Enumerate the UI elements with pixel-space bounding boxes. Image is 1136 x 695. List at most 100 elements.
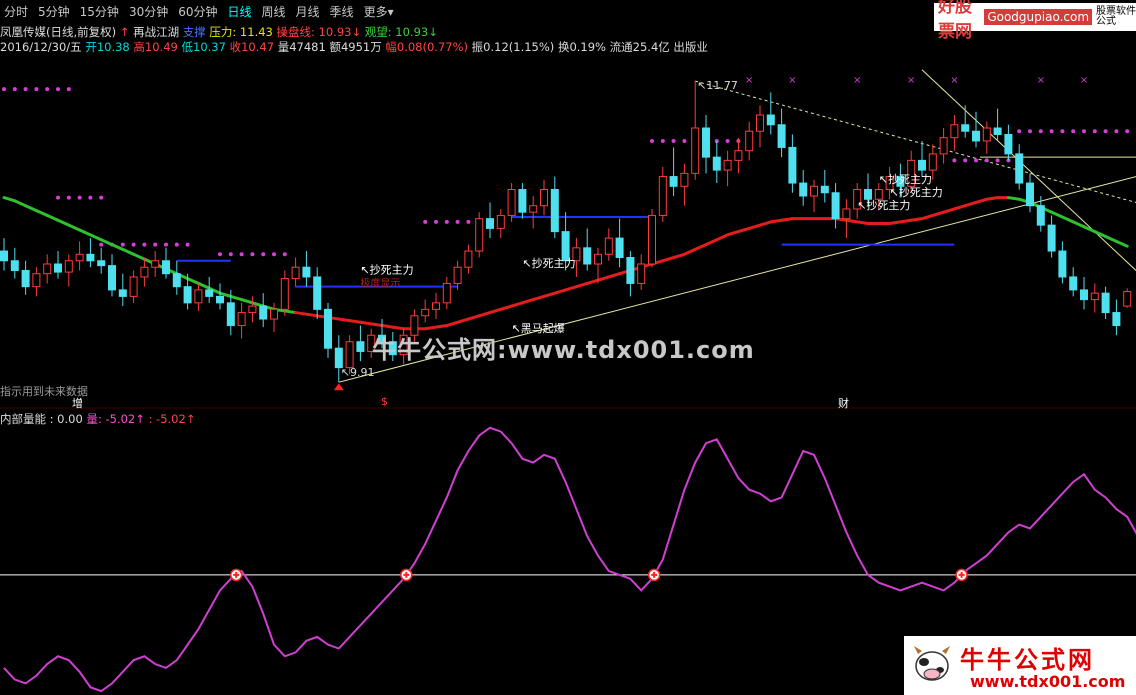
ma-segment xyxy=(564,285,578,292)
tab-period-8[interactable]: 季线 xyxy=(326,3,358,20)
event-zeng[interactable]: 增 xyxy=(72,395,83,411)
marker-buy-2: ↖抄死主力 xyxy=(522,256,575,270)
pressure-dot xyxy=(434,219,438,224)
ma-segment xyxy=(67,223,82,232)
marker-buy-5: ↖抄死主力 xyxy=(857,198,910,212)
candle-down xyxy=(54,263,62,273)
formula-arrow-icon: ↑ xyxy=(119,25,130,39)
ma-segment xyxy=(34,209,49,217)
ma-segment xyxy=(898,218,913,224)
ma-segment xyxy=(56,218,71,227)
candle-up xyxy=(842,208,851,220)
candle-down xyxy=(583,247,592,265)
corner-watermark-title: 牛牛公式网 xyxy=(960,646,1095,674)
candle-down xyxy=(777,124,786,148)
candle-down xyxy=(788,146,797,184)
ma-segment xyxy=(1093,230,1108,238)
quote-open: 开10.38 xyxy=(85,40,130,54)
pressure-dot xyxy=(99,195,104,200)
ma-segment xyxy=(672,252,686,260)
candle-down xyxy=(172,273,181,288)
ma-segment xyxy=(553,288,568,295)
candle-down xyxy=(820,185,829,194)
tab-period-5[interactable]: 日线 xyxy=(224,3,256,20)
candle-down xyxy=(313,276,322,310)
pressure-dot xyxy=(995,158,1000,163)
tab-period-6[interactable]: 周线 xyxy=(258,3,290,20)
ma-segment xyxy=(682,247,697,256)
ma-segment xyxy=(1104,234,1118,243)
candle-up xyxy=(745,130,754,152)
ma-segment xyxy=(2,196,17,203)
ma-segment xyxy=(974,197,989,204)
candle-up xyxy=(734,150,743,161)
ma-segment xyxy=(758,220,773,227)
ma-segment xyxy=(1082,225,1097,234)
ma-segment xyxy=(499,304,514,311)
candle-up xyxy=(540,189,548,207)
candle-up xyxy=(691,127,700,174)
cow-logo-icon xyxy=(914,646,950,681)
candle-down xyxy=(86,253,95,262)
candle-down xyxy=(993,127,1002,135)
candle-down xyxy=(226,302,235,327)
candle-up xyxy=(680,172,689,187)
pressure-dot xyxy=(455,219,460,224)
cross-mark: × xyxy=(745,75,753,86)
candle-up xyxy=(637,263,646,284)
tab-period-4[interactable]: 60分钟 xyxy=(174,3,221,20)
ma-segment xyxy=(661,256,676,263)
pressure-dot xyxy=(1114,129,1119,134)
pressure-dot xyxy=(66,87,71,92)
event-dollar[interactable]: $ xyxy=(381,395,388,408)
pressure-dot xyxy=(34,87,39,92)
ma-segment xyxy=(196,281,211,290)
pressure-dot xyxy=(261,252,266,257)
candle-up xyxy=(810,185,818,197)
ma-segment xyxy=(434,324,449,329)
candle-down xyxy=(1069,276,1078,291)
brand-url: Goodgupiao.com xyxy=(984,9,1093,25)
tab-period-3[interactable]: 30分钟 xyxy=(125,3,172,20)
tab-period-7[interactable]: 月线 xyxy=(292,3,324,20)
pressure-dot xyxy=(1028,129,1032,134)
ma-segment xyxy=(542,291,557,298)
pan-label: 操盘线: 10.93↓ xyxy=(276,25,362,39)
candle-up xyxy=(658,176,667,216)
ma-segment xyxy=(985,196,1000,201)
pressure-label: 压力: 11.43 xyxy=(209,25,273,39)
tab-period-2[interactable]: 15分钟 xyxy=(76,3,123,20)
candle-down xyxy=(961,124,970,132)
quote-line: 2016/12/30/五 开10.38 高10.49 低10.37 收10.47… xyxy=(0,39,708,55)
candle-down xyxy=(259,305,268,320)
pressure-dot xyxy=(239,252,244,257)
candle-up xyxy=(248,305,257,314)
ma-segment xyxy=(391,325,406,331)
candle-up xyxy=(874,189,883,200)
high-price-label: ↖11.77 xyxy=(697,79,738,92)
candle-down xyxy=(799,182,808,197)
ma-segment xyxy=(726,230,740,237)
corner-watermark-url: www.tdx001.com xyxy=(970,672,1126,691)
tab-period-0[interactable]: 分时 xyxy=(0,3,32,20)
center-watermark: 牛牛公式网:www.tdx001.com xyxy=(372,336,755,364)
candle-up xyxy=(237,312,246,327)
candle-down xyxy=(162,260,170,275)
candle-down xyxy=(669,176,678,187)
tab-period-1[interactable]: 5分钟 xyxy=(34,3,74,20)
tab-period-9[interactable]: 更多▾ xyxy=(360,3,398,20)
pressure-dot xyxy=(77,195,82,200)
pressure-dot xyxy=(218,252,222,257)
indicator-second: : -5.02↑ xyxy=(148,412,196,426)
ma-segment xyxy=(369,322,384,328)
candle-up xyxy=(280,278,289,310)
candle-up xyxy=(43,263,52,275)
pressure-dot xyxy=(2,87,6,92)
quote-date: 2016/12/30/五 xyxy=(0,40,82,54)
indicator-name[interactable]: 内部量能 xyxy=(0,412,46,426)
ma-segment xyxy=(78,228,92,237)
candle-down xyxy=(712,156,721,171)
event-cai[interactable]: 财 xyxy=(838,395,849,411)
cross-mark: × xyxy=(1080,75,1088,86)
formula-name[interactable]: 再战江湖 xyxy=(133,25,179,39)
